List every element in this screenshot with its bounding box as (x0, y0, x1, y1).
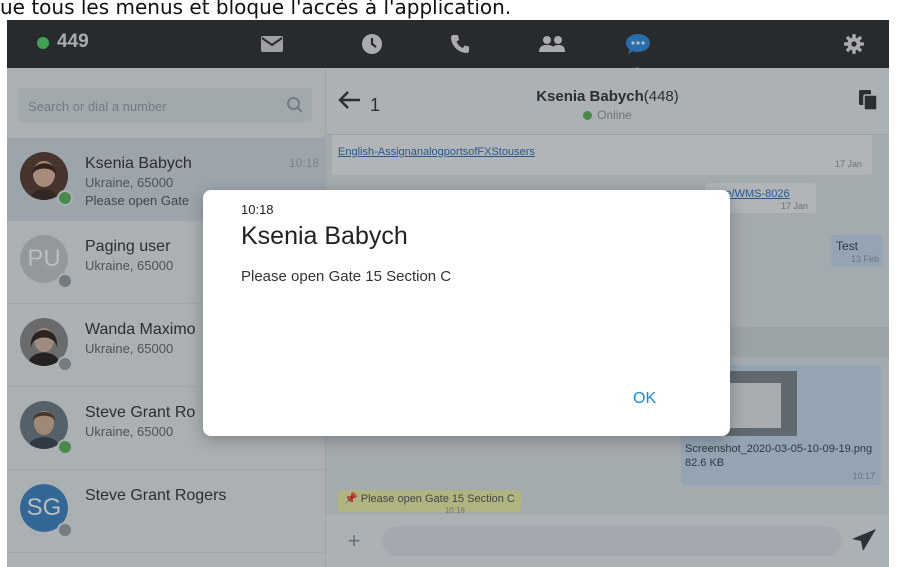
dialog-time: 10:18 (241, 202, 274, 217)
page-caption: ue tous les menus et bloque l'accès à l'… (0, 0, 512, 19)
dialog-title: Ksenia Babych (241, 222, 408, 250)
notification-dialog: 10:18 Ksenia Babych Please open Gate 15 … (203, 190, 730, 436)
dialog-message: Please open Gate 15 Section C (241, 268, 452, 285)
ok-button[interactable]: OK (633, 390, 656, 408)
app-window: 449 Search or dial a number Ksenia Babyc… (7, 20, 889, 567)
